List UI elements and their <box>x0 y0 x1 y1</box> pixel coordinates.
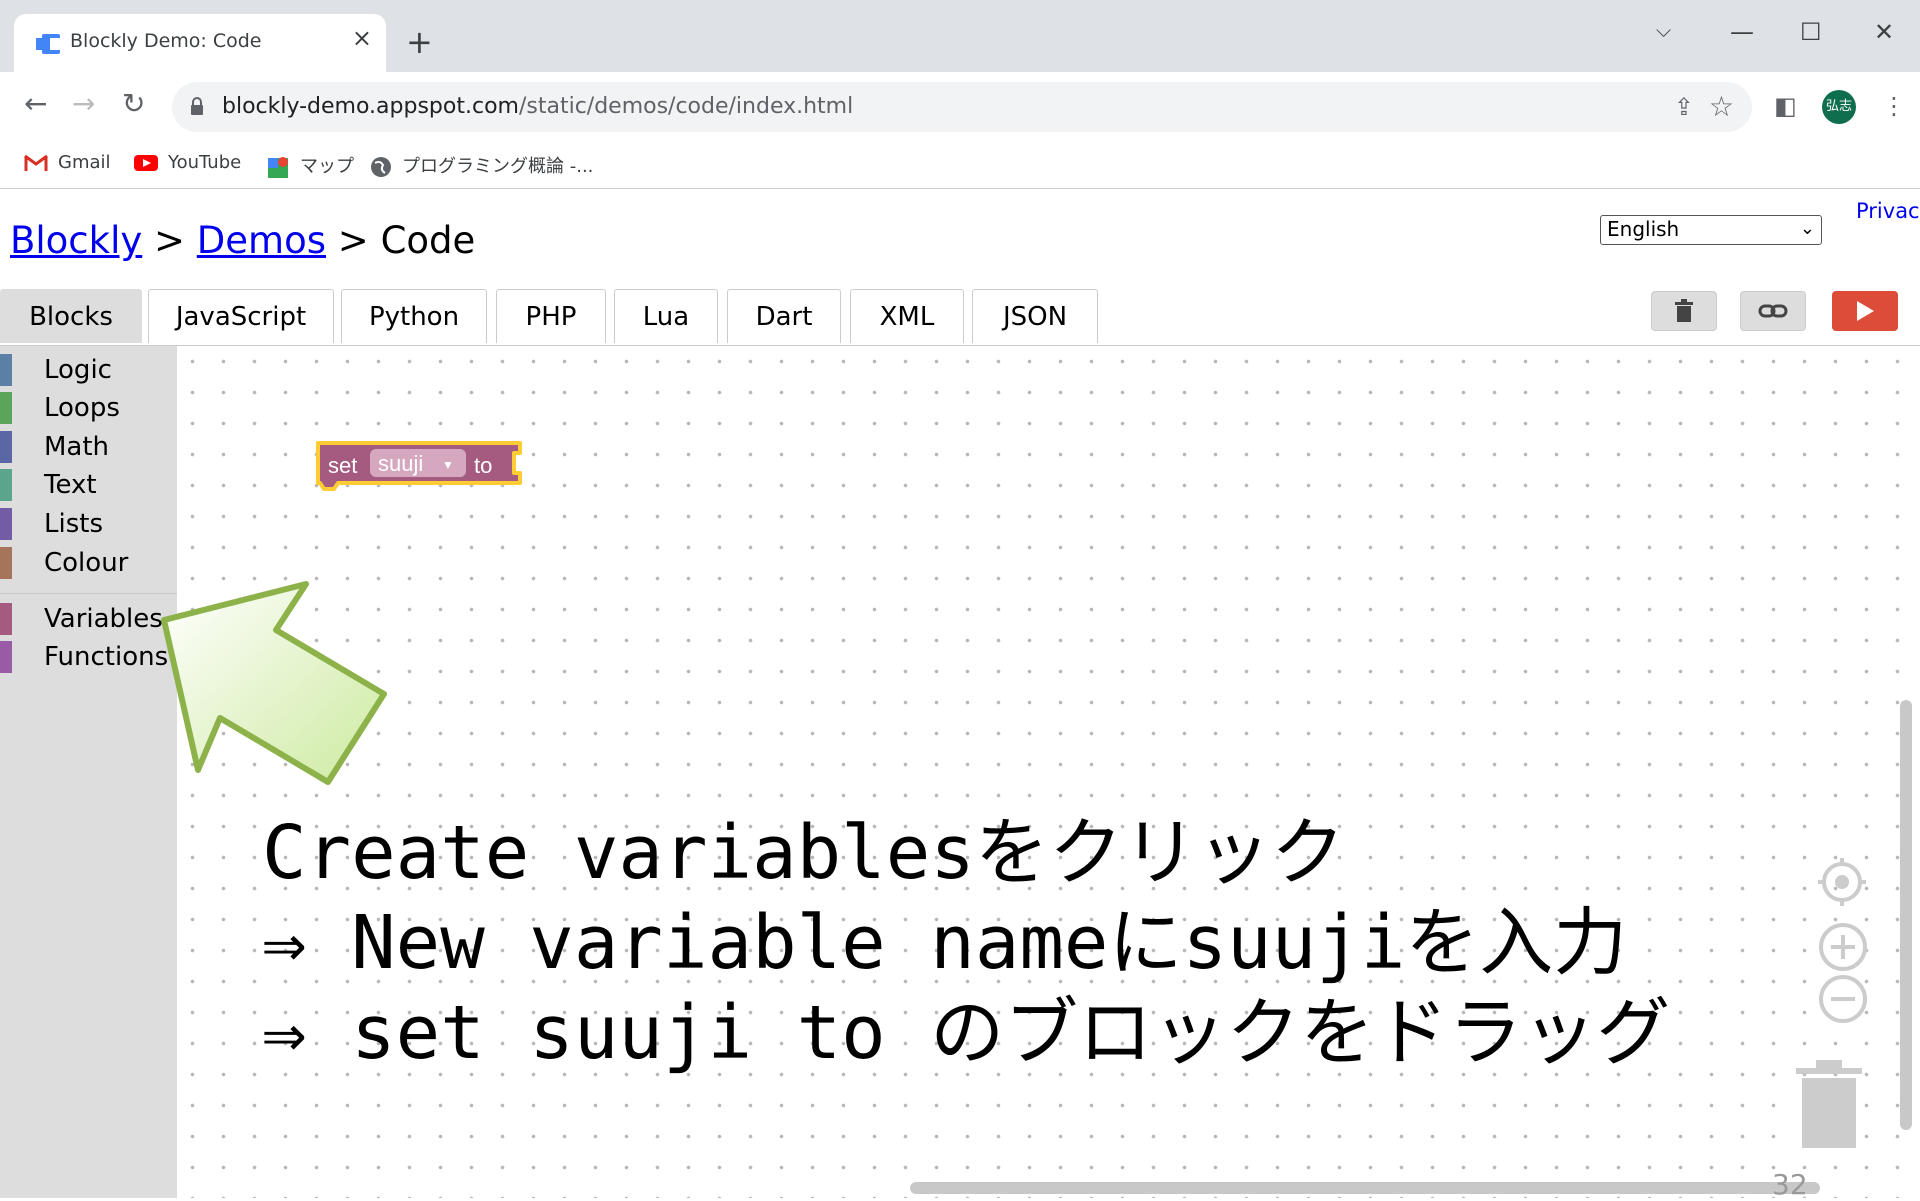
lock-icon <box>191 97 203 115</box>
trash-button[interactable] <box>1651 291 1717 331</box>
category-label: Lists <box>44 509 103 539</box>
bookmark-programming[interactable]: プログラミング概論 -... <box>370 152 593 178</box>
category-color-bar <box>0 508 12 540</box>
bookmarks-bar: Gmail YouTube マップ プログラミング概論 -... <box>0 138 1920 189</box>
forward-icon[interactable]: → <box>72 90 95 118</box>
zoom-out-icon[interactable] <box>1818 974 1868 1024</box>
blockly-favicon-icon <box>36 34 60 54</box>
set-variable-block[interactable]: set suuji ▼ to <box>310 437 530 499</box>
tab-python[interactable]: Python <box>341 289 487 343</box>
category-label: Logic <box>44 355 112 385</box>
url-path: /static/demos/code/index.html <box>518 94 854 119</box>
page-number: 32 <box>1772 1168 1808 1201</box>
breadcrumb-separator: > <box>337 219 369 262</box>
browser-tab-strip: Blockly Demo: Code × + ⌵ — ☐ ✕ <box>0 0 1920 72</box>
tab-php[interactable]: PHP <box>496 289 606 343</box>
link-icon <box>1758 304 1788 318</box>
annotation-line: Create variablesをクリック <box>262 810 1345 896</box>
category-color-bar <box>0 392 12 424</box>
bookmark-gmail[interactable]: Gmail <box>24 152 111 173</box>
tab-title: Blockly Demo: Code <box>70 30 262 52</box>
bookmark-label: マップ <box>300 156 354 177</box>
address-bar[interactable]: blockly-demo.appspot.com/static/demos/co… <box>172 82 1752 132</box>
browser-tab[interactable]: Blockly Demo: Code × <box>14 14 386 72</box>
reload-icon[interactable]: ↻ <box>122 90 145 118</box>
tab-lua[interactable]: Lua <box>614 289 718 343</box>
side-panel-icon[interactable]: ◧ <box>1774 92 1797 120</box>
privacy-link[interactable]: Privacy <box>1856 199 1920 223</box>
tab-json[interactable]: JSON <box>972 289 1098 343</box>
gmail-icon <box>24 154 48 171</box>
block-to-label: to <box>474 453 492 478</box>
recenter-icon[interactable] <box>1818 858 1866 906</box>
window-close-icon[interactable]: ✕ <box>1874 18 1894 46</box>
tab-dart[interactable]: Dart <box>727 289 841 343</box>
category-color-bar <box>0 603 12 635</box>
minimize-icon[interactable]: — <box>1730 18 1754 46</box>
youtube-icon <box>134 155 158 171</box>
url-host: blockly-demo.appspot.com <box>222 94 519 119</box>
annotation-line: ⇒ New variable nameにsuujiを入力 <box>262 900 1628 986</box>
category-label: Text <box>44 470 97 500</box>
close-icon[interactable]: × <box>352 24 372 52</box>
annotation-text: Create variablesをクリック ⇒ New variable name… <box>262 808 1670 1078</box>
block-set-label: set <box>328 453 357 478</box>
bookmark-label: YouTube <box>168 152 242 173</box>
category-color-bar <box>0 547 12 579</box>
maximize-icon[interactable]: ☐ <box>1800 18 1822 46</box>
trash-icon <box>1675 299 1693 322</box>
vertical-scrollbar[interactable] <box>1900 700 1912 1130</box>
share-icon[interactable]: ⇪ <box>1674 93 1694 121</box>
language-select[interactable]: English ⌄ <box>1600 215 1822 245</box>
tab-search-icon[interactable]: ⌵ <box>1656 18 1671 42</box>
tab-xml[interactable]: XML <box>850 289 964 343</box>
tab-javascript[interactable]: JavaScript <box>148 289 334 343</box>
dropdown-arrow-icon: ▼ <box>442 458 454 472</box>
url-text: blockly-demo.appspot.com/static/demos/co… <box>222 94 853 119</box>
bookmark-label: Gmail <box>58 152 111 173</box>
back-icon[interactable]: ← <box>24 90 47 118</box>
play-icon <box>1857 301 1874 321</box>
new-tab-button[interactable]: + <box>406 26 433 58</box>
chevron-down-icon: ⌄ <box>1799 218 1815 239</box>
link-button[interactable] <box>1740 291 1806 331</box>
horizontal-scrollbar[interactable] <box>910 1182 1820 1194</box>
maps-icon <box>268 157 288 178</box>
bookmark-maps[interactable]: マップ <box>268 152 354 178</box>
annotation-line: ⇒ set suuji to のブロックをドラッグ <box>262 990 1671 1076</box>
breadcrumb-blockly-link[interactable]: Blockly <box>10 219 142 262</box>
block-variable-name: suuji <box>378 451 423 476</box>
breadcrumb-demos-link[interactable]: Demos <box>197 219 326 262</box>
annotation-arrow <box>161 581 387 785</box>
zoom-in-icon[interactable] <box>1818 922 1868 972</box>
bookmark-star-icon[interactable]: ☆ <box>1709 90 1734 123</box>
breadcrumb: Blockly > Demos > Code <box>10 219 475 262</box>
category-color-bar <box>0 431 12 463</box>
category-label: Colour <box>44 548 129 578</box>
browser-toolbar: ← → ↻ blockly-demo.appspot.com/static/de… <box>0 72 1920 138</box>
category-color-bar <box>0 354 12 386</box>
category-label: Math <box>44 432 110 462</box>
run-button[interactable] <box>1832 291 1898 331</box>
globe-icon <box>371 157 391 177</box>
category-color-bar <box>0 469 12 501</box>
code-tabs: Blocks JavaScript Python PHP Lua Dart XM… <box>0 289 1920 346</box>
tab-blocks[interactable]: Blocks <box>0 289 142 343</box>
bookmark-label: プログラミング概論 -... <box>402 156 594 177</box>
menu-icon[interactable]: ⋮ <box>1882 92 1906 120</box>
bookmark-youtube[interactable]: YouTube <box>134 152 241 173</box>
category-label: Variables <box>44 604 163 634</box>
category-color-bar <box>0 641 12 673</box>
breadcrumb-separator: > <box>154 219 186 262</box>
workspace-trash-icon[interactable] <box>1796 1060 1862 1150</box>
page-title: Code <box>380 219 476 262</box>
avatar[interactable]: 弘志 <box>1822 90 1856 124</box>
language-value: English <box>1607 217 1680 241</box>
category-label: Loops <box>44 393 120 423</box>
